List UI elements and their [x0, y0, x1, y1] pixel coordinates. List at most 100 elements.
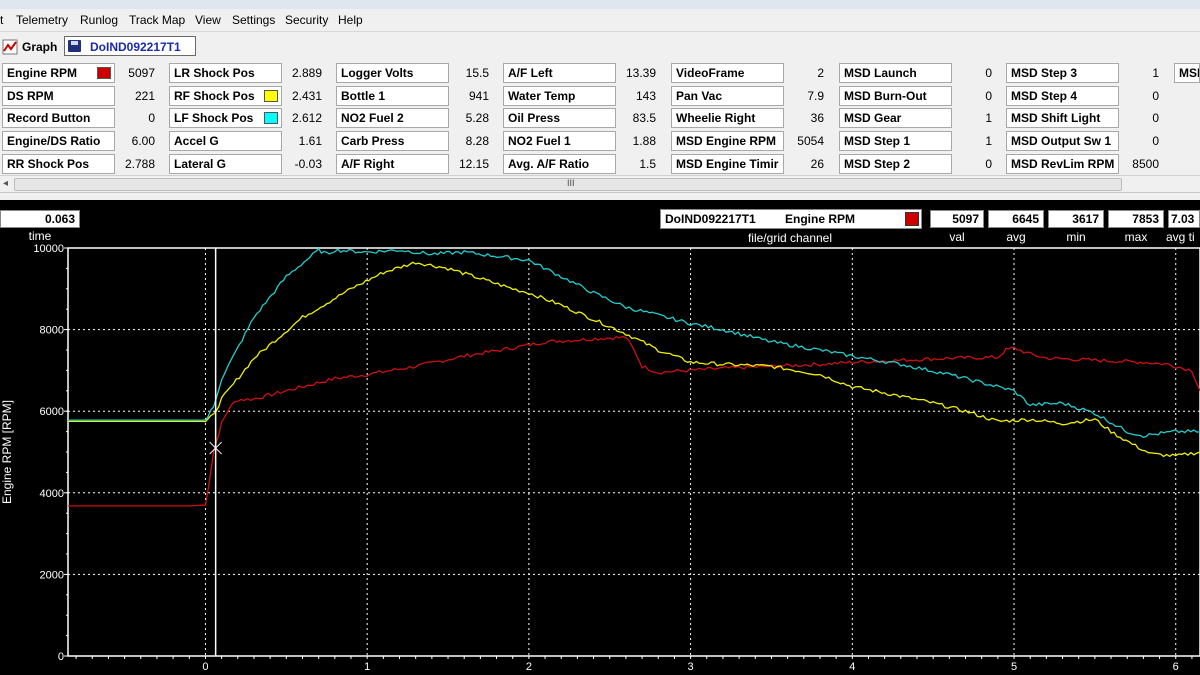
channel-value-a-f-right: 12.15 [458, 157, 489, 171]
title-bar [0, 0, 1200, 9]
y-tick-label: 10000 [33, 243, 64, 255]
channel-value-msd-step-4: 0 [1152, 89, 1159, 103]
channel-label-msd-launch[interactable]: MSD Launch [839, 63, 952, 83]
channel-label-msd-step-2[interactable]: MSD Step 2 [839, 154, 952, 174]
channel-label-msd-step-3[interactable]: MSD Step 3 [1006, 63, 1119, 83]
channel-label-ds-rpm[interactable]: DS RPM [2, 86, 115, 106]
channel-label-msd[interactable]: MSD [1174, 63, 1200, 83]
channel-label-carb-press[interactable]: Carb Press [336, 131, 449, 151]
channel-label-logger-volts[interactable]: Logger Volts [336, 63, 449, 83]
x-tick-label: 4 [849, 661, 855, 673]
channel-label-text: NO2 Fuel 1 [508, 134, 571, 148]
scroll-left-icon[interactable]: ◂ [3, 176, 8, 191]
channel-label-water-temp[interactable]: Water Temp [503, 86, 616, 106]
channel-label-a-f-right[interactable]: A/F Right [336, 154, 449, 174]
channel-label-msd-shift-light[interactable]: MSD Shift Light [1006, 108, 1119, 128]
channel-label-rr-shock-pos[interactable]: RR Shock Pos [2, 154, 115, 174]
channel-label-text: Oil Press [508, 111, 561, 125]
channel-value-carb-press: 8.28 [465, 134, 489, 148]
channel-label-no2-fuel-1[interactable]: NO2 Fuel 1 [503, 131, 616, 151]
menu-item-track-map[interactable]: Track Map [129, 13, 185, 27]
channel-label-text: Logger Volts [341, 66, 414, 80]
channel-value-rf-shock-pos: 2.431 [291, 89, 322, 103]
channel-label-text: MSD Step 2 [844, 157, 911, 171]
channel-label-accel-g[interactable]: Accel G [169, 131, 282, 151]
menu-item-settings[interactable]: Settings [232, 13, 275, 27]
menu-item-security[interactable]: Security [285, 13, 328, 27]
channel-grid: Engine RPM 5097 DS RPM 221 Record Button 0 Eng… [0, 60, 1200, 175]
channel-label-text: MSD Step 3 [1011, 66, 1078, 80]
channel-value-msd-shift-light: 0 [1152, 111, 1159, 125]
channel-value-msd-output-sw-1: 0 [1152, 134, 1159, 148]
channel-label-msd-step-1[interactable]: MSD Step 1 [839, 131, 952, 151]
channel-label-lr-shock-pos[interactable]: LR Shock Pos [169, 63, 282, 83]
channel-label-msd-gear[interactable]: MSD Gear [839, 108, 952, 128]
channel-value-oil-press: 83.5 [632, 111, 656, 125]
channel-label-msd-engine-timir[interactable]: MSD Engine Timir [671, 154, 784, 174]
channel-label-text: Water Temp [508, 89, 576, 103]
menu-item-view[interactable]: View [195, 13, 221, 27]
channel-label-pan-vac[interactable]: Pan Vac [671, 86, 784, 106]
x-tick-label: 5 [1011, 661, 1017, 673]
y-tick-label: 6000 [40, 406, 64, 418]
channel-label-msd-revlim-rpm[interactable]: MSD RevLim RPM [1006, 154, 1119, 174]
channel-label-oil-press[interactable]: Oil Press [503, 108, 616, 128]
channel-label-engine-rpm[interactable]: Engine RPM [2, 63, 115, 83]
channel-color-swatch[interactable] [264, 90, 278, 102]
channel-label-text: Record Button [7, 111, 91, 125]
channel-label-text: Carb Press [341, 134, 405, 148]
rpm-chart[interactable]: 0 1 2 3 4 5 6 0 2000 4000 6000 8000 10000 Engine RPM … [0, 200, 1200, 675]
channel-value-msd-engine-rpm: 5054 [797, 134, 824, 148]
menu-item-help[interactable]: Help [338, 13, 363, 27]
channel-label-no2-fuel-2[interactable]: NO2 Fuel 2 [336, 108, 449, 128]
channel-label-avg-a-f-ratio[interactable]: Avg. A/F Ratio [503, 154, 616, 174]
scrollbar-thumb[interactable]: III [14, 178, 1122, 191]
menu-item-runlog[interactable]: Runlog [80, 13, 118, 27]
channel-label-text: MSD Engine Timir [676, 157, 779, 171]
channel-color-swatch[interactable] [264, 112, 278, 124]
menu-item-file[interactable]: t [0, 13, 3, 27]
x-tick-label: 2 [526, 661, 532, 673]
channel-value-msd-step-2: 0 [985, 157, 992, 171]
channel-label-text: Wheelie Right [676, 111, 756, 125]
channel-label-engine-ds-ratio[interactable]: Engine/DS Ratio [2, 131, 115, 151]
channel-label-lateral-g[interactable]: Lateral G [169, 154, 282, 174]
channel-label-text: VideoFrame [676, 66, 745, 80]
plot-frame [67, 247, 1200, 657]
tab-graph[interactable]: Graph [2, 38, 57, 56]
channel-label-text: MSD Gear [844, 111, 902, 125]
series-line-2 [68, 247, 1200, 438]
channel-value-no2-fuel-2: 5.28 [465, 111, 489, 125]
y-tick-label: 2000 [40, 569, 64, 581]
channel-value-msd-step-3: 1 [1152, 66, 1159, 80]
channel-label-a-f-left[interactable]: A/F Left [503, 63, 616, 83]
channel-label-text: MSD Step 1 [844, 134, 911, 148]
channel-value-avg-a-f-ratio: 1.5 [639, 157, 656, 171]
menu-item-telemetry[interactable]: Telemetry [16, 13, 68, 27]
channel-label-text: MSD Step 4 [1011, 89, 1078, 103]
channel-value-videoframe: 2 [817, 66, 824, 80]
channel-value-water-temp: 143 [635, 89, 656, 103]
channel-label-bottle-1[interactable]: Bottle 1 [336, 86, 449, 106]
channel-color-swatch[interactable] [97, 67, 111, 79]
channel-value-accel-g: 1.61 [298, 134, 322, 148]
tab-file[interactable]: DoIND092217T1 [64, 36, 196, 56]
channel-label-lf-shock-pos[interactable]: LF Shock Pos [169, 108, 282, 128]
tab-file-label: DoIND092217T1 [90, 40, 181, 54]
channel-label-record-button[interactable]: Record Button [2, 108, 115, 128]
channel-label-text: RR Shock Pos [7, 157, 90, 171]
channel-label-text: Bottle 1 [341, 89, 386, 103]
channel-label-rf-shock-pos[interactable]: RF Shock Pos [169, 86, 282, 106]
scroll-grip-icon: III [567, 178, 575, 188]
channel-label-wheelie-right[interactable]: Wheelie Right [671, 108, 784, 128]
channel-value-engine-rpm: 5097 [128, 66, 155, 80]
channel-label-videoframe[interactable]: VideoFrame [671, 63, 784, 83]
channel-label-msd-step-4[interactable]: MSD Step 4 [1006, 86, 1119, 106]
channel-label-msd-burn-out[interactable]: MSD Burn-Out [839, 86, 952, 106]
horizontal-scrollbar[interactable]: ◂ III [0, 175, 1200, 193]
channel-value-msd-step-1: 1 [985, 134, 992, 148]
channel-label-msd-engine-rpm[interactable]: MSD Engine RPM [671, 131, 784, 151]
channel-label-msd-output-sw-1[interactable]: MSD Output Sw 1 [1006, 131, 1119, 151]
channel-value-lr-shock-pos: 2.889 [291, 66, 322, 80]
channel-value-logger-volts: 15.5 [465, 66, 489, 80]
